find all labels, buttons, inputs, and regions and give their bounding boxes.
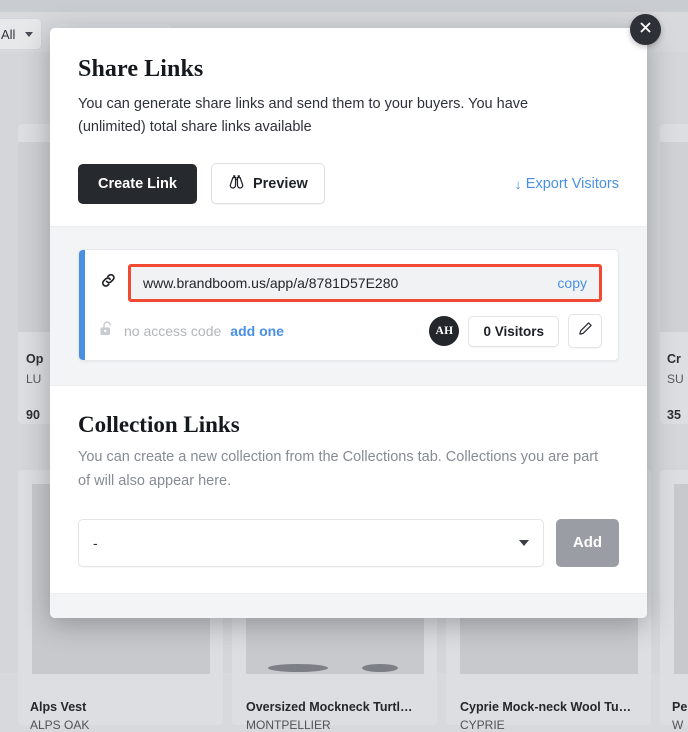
modal-footer xyxy=(50,592,647,618)
product-title: Pe xyxy=(672,700,688,714)
share-link-card: www.brandboom.us/app/a/8781D57E280 copy … xyxy=(78,249,619,362)
copy-url-button[interactable]: copy xyxy=(557,275,587,291)
product-title: Cr xyxy=(667,352,681,366)
download-arrow-icon: ↓ xyxy=(514,175,522,192)
share-url-field[interactable]: www.brandboom.us/app/a/8781D57E280 copy xyxy=(128,264,602,303)
product-title: Oversized Mockneck Turtl… xyxy=(246,700,413,714)
product-sku: W xyxy=(672,718,684,732)
share-links-description: You can generate share links and send th… xyxy=(78,96,529,136)
preview-label: Preview xyxy=(252,175,308,192)
export-visitors-link[interactable]: ↓ Export Visitors xyxy=(515,176,619,192)
add-collection-button[interactable]: Add xyxy=(556,518,619,567)
product-image-shadow xyxy=(268,664,328,672)
close-icon xyxy=(639,21,652,39)
collection-links-title: Collection Links xyxy=(78,412,240,438)
pencil-icon xyxy=(578,321,593,341)
edit-link-button[interactable] xyxy=(568,314,602,349)
share-links-modal: Share Links You can generate share links… xyxy=(50,28,647,618)
collection-links-description: You can create a new collection from the… xyxy=(78,449,599,489)
close-modal-button[interactable] xyxy=(630,14,661,45)
filter-dropdown-label: All xyxy=(1,26,16,42)
collection-links-section: Collection Links You can create a new co… xyxy=(50,385,647,593)
product-sku: CYPRIE xyxy=(460,718,505,732)
collection-select-value: - xyxy=(93,534,98,551)
link-icon xyxy=(99,271,118,295)
product-price: 35 xyxy=(667,408,681,422)
share-link-list: www.brandboom.us/app/a/8781D57E280 copy … xyxy=(50,226,647,386)
product-price: 90 xyxy=(26,408,40,422)
share-link-url-row: www.brandboom.us/app/a/8781D57E280 copy xyxy=(99,264,602,303)
product-image xyxy=(674,484,688,674)
preview-button[interactable]: Preview xyxy=(210,163,325,205)
product-title: Alps Vest xyxy=(30,700,87,714)
share-actions-row: Create Link Preview ↓ Export Visitors xyxy=(78,163,619,205)
product-image-shadow xyxy=(362,664,398,672)
share-links-section: Share Links You can generate share links… xyxy=(50,28,647,227)
unlocked-padlock-icon xyxy=(99,320,115,342)
avatar: AH xyxy=(429,316,460,347)
collection-add-row: - Add xyxy=(78,518,619,567)
page-title: Share Links xyxy=(78,56,204,82)
export-visitors-label: Export Visitors xyxy=(525,175,619,192)
product-title: Cyprie Mock-neck Wool Tu… xyxy=(460,700,632,714)
collection-select[interactable]: - xyxy=(78,518,544,567)
app-topbar xyxy=(0,0,688,12)
add-access-code-link[interactable]: add one xyxy=(230,323,284,339)
chevron-down-icon xyxy=(519,539,529,546)
chevron-down-icon xyxy=(25,31,33,37)
share-url-text: www.brandboom.us/app/a/8781D57E280 xyxy=(143,275,399,292)
product-image xyxy=(660,142,688,332)
access-code-row: no access code add one AH 0 Visitors xyxy=(99,314,602,349)
access-code-status: no access code xyxy=(124,323,222,340)
product-sku: SU xyxy=(667,372,684,386)
binoculars-icon xyxy=(228,174,245,193)
filter-dropdown-all[interactable]: All xyxy=(0,18,42,50)
visitors-button[interactable]: 0 Visitors xyxy=(468,315,559,347)
product-sku: ALPS OAK xyxy=(30,718,90,732)
create-link-button[interactable]: Create Link xyxy=(78,163,197,204)
link-meta-actions: AH 0 Visitors xyxy=(429,314,602,349)
product-sku: MONTPELLIER xyxy=(246,718,331,732)
